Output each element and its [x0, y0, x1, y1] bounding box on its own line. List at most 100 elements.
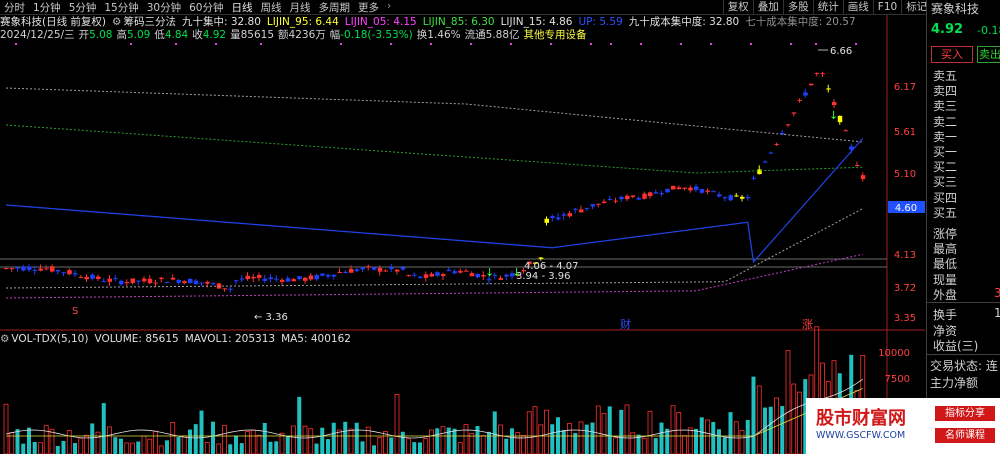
toolbar-button-1[interactable]: 叠加 — [752, 0, 783, 14]
tab-period-8[interactable]: 月线 — [286, 0, 315, 15]
volume-bar — [331, 422, 336, 454]
volume-bar — [739, 430, 745, 454]
candle-body — [193, 280, 199, 285]
tab-period-2[interactable]: 5分钟 — [65, 0, 101, 15]
candle-body — [607, 198, 613, 200]
volume-bar — [694, 428, 698, 454]
quote-side-panel: 赛象科技 4.92 -0.18 买入 卖出 卖五卖四卖三卖二卖一买一买二买三买四… — [926, 0, 1000, 454]
volume-bar — [705, 419, 710, 454]
tab-period-10[interactable]: 更多 — [354, 0, 383, 15]
toolbar-button-0[interactable]: 复权 — [722, 0, 753, 14]
candle-body — [734, 195, 739, 197]
candle-body — [435, 272, 440, 276]
volume-bar — [113, 437, 118, 454]
tab-period-1[interactable]: 1分钟 — [29, 0, 65, 15]
volume-label: VOLUME: — [94, 333, 142, 345]
side-divider — [927, 354, 1000, 355]
volume-bar — [469, 432, 475, 454]
volume-bar — [383, 431, 388, 454]
lj05-label: LIJIN_05: — [344, 15, 390, 28]
stat-label: 现量 — [933, 272, 958, 287]
change-label: 幅 — [329, 29, 341, 41]
indicator-gear-icon[interactable]: ⚙ — [112, 16, 121, 28]
watermark-badge-indicator: 指标分享 — [935, 406, 995, 421]
candle-body — [165, 282, 170, 284]
candle-body — [584, 207, 590, 209]
candle-body — [671, 185, 676, 190]
candle-body — [159, 277, 164, 280]
candle-body — [791, 112, 797, 114]
tab-period-3[interactable]: 15分钟 — [100, 0, 142, 15]
volume-bar — [768, 406, 773, 454]
signal-dot — [510, 43, 512, 45]
volume-bar — [124, 442, 130, 454]
sell-button[interactable]: 卖出 — [977, 46, 1000, 63]
candle-body — [676, 187, 682, 190]
volume-label: 量 — [230, 29, 241, 41]
volume-indicator-name[interactable]: VOL-TDX(5,10) — [11, 333, 88, 345]
candle-body — [251, 277, 256, 279]
tab-period-6[interactable]: 日线 — [228, 0, 257, 15]
candle-body — [567, 213, 572, 217]
candle-body — [27, 266, 32, 270]
price-axis-tick: 3.72 — [894, 283, 916, 294]
volume-bar — [538, 424, 544, 454]
volume-bar — [193, 424, 198, 454]
candle-body — [257, 275, 262, 278]
candle-body — [625, 195, 630, 200]
cost90b-label: 九十成本集中度: — [628, 16, 706, 28]
volume-bar — [302, 425, 308, 454]
volume-bar — [659, 422, 664, 454]
tab-period-9[interactable]: 多周期 — [315, 0, 355, 15]
more-chevron-icon[interactable]: › — [383, 0, 395, 15]
candle-body — [205, 281, 210, 284]
candle-body — [136, 280, 141, 282]
tab-period-4[interactable]: 30分钟 — [143, 0, 185, 15]
industry-tag[interactable]: 其他专用设备 — [524, 27, 587, 42]
candle-body — [722, 197, 728, 199]
side-price: 4.92 — [931, 22, 964, 37]
volume-bar — [274, 441, 279, 454]
signal-dot — [430, 43, 432, 45]
volume-bar — [653, 438, 658, 454]
toolbar-button-5[interactable]: F10 — [872, 0, 901, 14]
tab-period-0[interactable]: 分时 — [0, 0, 29, 15]
candle-body — [556, 217, 561, 220]
candle-body — [188, 278, 193, 284]
volume-bar — [308, 428, 314, 454]
amount-value: 4236万 — [288, 29, 326, 41]
candle-body — [354, 269, 360, 272]
volume-bar — [394, 394, 400, 454]
tab-period-7[interactable]: 周线 — [257, 0, 286, 15]
candle-body — [699, 189, 705, 193]
volume-bar — [256, 434, 262, 454]
kline-chart[interactable]: 6.175.615.104.604.133.723.354.606.66← 3.… — [0, 15, 925, 454]
open-value: 5.08 — [89, 29, 113, 41]
toolbar-button-4[interactable]: 画线 — [842, 0, 873, 14]
buy-button[interactable]: 买入 — [931, 46, 973, 63]
volume-bar — [245, 431, 250, 454]
tab-period-5[interactable]: 60分钟 — [185, 0, 227, 15]
volume-bar — [211, 421, 215, 454]
volume-bar — [136, 441, 141, 454]
float-label: 流通 — [464, 29, 486, 41]
candle-body — [458, 270, 463, 273]
candle-body — [832, 102, 837, 106]
toolbar-button-2[interactable]: 多股 — [782, 0, 813, 14]
candle-body — [763, 161, 768, 163]
toolbar-button-3[interactable]: 统计 — [812, 0, 843, 14]
candle-body — [124, 282, 130, 284]
low-label: 低 — [154, 29, 165, 41]
signal-dot — [815, 43, 817, 45]
quote-info-line: 2024/12/25/三 开5.08 高5.09 低4.84 收4.92 量85… — [0, 28, 925, 41]
candle-body — [642, 193, 647, 199]
volume-gear-icon[interactable]: ⚙ — [0, 333, 9, 345]
candle-body — [285, 278, 291, 282]
volume-bar — [32, 441, 37, 454]
ma5-value: 400162 — [310, 333, 351, 345]
signal-dot — [390, 43, 392, 45]
candle-body — [32, 269, 38, 271]
candle-body — [561, 214, 567, 216]
stat-label: 最低 — [933, 257, 958, 272]
order-book-label: 卖二 — [933, 114, 958, 129]
